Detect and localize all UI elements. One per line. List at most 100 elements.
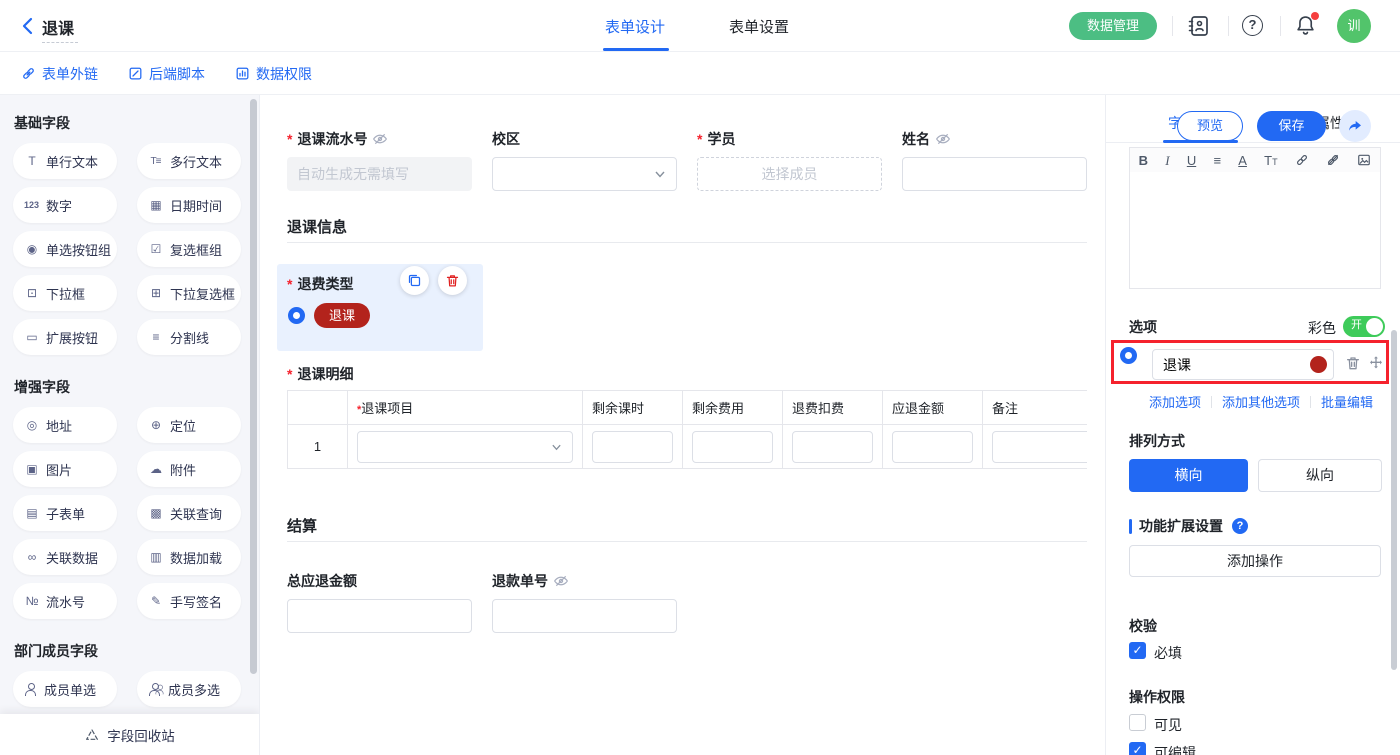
save-button[interactable]: 保存 <box>1257 111 1326 141</box>
refund-order-no-input[interactable] <box>492 599 677 633</box>
delete-option-icon[interactable] <box>1345 355 1361 371</box>
field-pill-multi-line-text[interactable]: T≡多行文本 <box>137 143 241 179</box>
share-button[interactable] <box>1339 110 1371 142</box>
field-pill-linked-query[interactable]: ▩关联查询 <box>137 495 241 531</box>
add-action-button[interactable]: 添加操作 <box>1129 545 1381 577</box>
field-pill-member-single[interactable]: 成员单选 <box>13 671 117 707</box>
font-size-icon[interactable]: TT <box>1264 154 1277 167</box>
tab-form-settings[interactable]: 表单设置 <box>729 16 789 37</box>
share-arrow-icon <box>1347 118 1363 134</box>
refund-item-select[interactable] <box>357 431 573 463</box>
italic-icon[interactable]: I <box>1165 154 1169 167</box>
insert-link-icon[interactable] <box>1295 153 1309 167</box>
sidebar-scrollbar[interactable] <box>250 99 257 674</box>
field-pill-serial-number[interactable]: №流水号 <box>13 583 117 619</box>
divider <box>1280 16 1281 36</box>
add-other-option-link[interactable]: 添加其他选项 <box>1222 392 1300 411</box>
option-value-input[interactable] <box>1152 349 1334 380</box>
field-pill-number[interactable]: 123数字 <box>13 187 117 223</box>
name-input[interactable] <box>902 157 1087 191</box>
field-recycle-bin[interactable]: 字段回收站 <box>0 714 259 755</box>
field-pill-geolocation[interactable]: ⊕定位 <box>137 407 241 443</box>
option-color-swatch[interactable] <box>1310 356 1327 373</box>
field-label: 退款单号 <box>492 571 548 591</box>
bold-icon[interactable]: B <box>1139 154 1148 167</box>
data-permission-link[interactable]: 数据权限 <box>235 64 312 84</box>
field-pill-subform[interactable]: ▤子表单 <box>13 495 117 531</box>
refund-type-option-badge[interactable]: 退课 <box>314 303 370 328</box>
field-pill-single-line-text[interactable]: T单行文本 <box>13 143 117 179</box>
arrange-vertical-button[interactable]: 纵向 <box>1258 459 1382 492</box>
field-pill-datetime[interactable]: ▦日期时间 <box>137 187 241 223</box>
field-pill-data-load[interactable]: ▥数据加载 <box>137 539 241 575</box>
remark-input[interactable] <box>992 431 1087 463</box>
copy-icon <box>407 273 422 288</box>
preview-button[interactable]: 预览 <box>1177 111 1243 141</box>
field-refund-serial[interactable]: *退课流水号 <box>287 130 472 191</box>
refund-serial-input[interactable] <box>287 157 472 191</box>
option-radio[interactable] <box>1120 347 1137 364</box>
refund-type-radio[interactable] <box>288 307 305 324</box>
avatar[interactable]: 训 <box>1337 9 1371 43</box>
field-pill-dropdown[interactable]: ⊡下拉框 <box>13 275 117 311</box>
field-description-editor[interactable] <box>1129 172 1381 289</box>
back-icon[interactable] <box>18 16 38 36</box>
underline-icon[interactable]: U <box>1187 154 1196 167</box>
field-pill-linked-data[interactable]: ∞关联数据 <box>13 539 117 575</box>
field-refund-order-no[interactable]: 退款单号 <box>492 572 677 633</box>
form-external-link[interactable]: 表单外链 <box>21 64 98 84</box>
campus-select[interactable] <box>492 157 677 191</box>
visible-checkbox[interactable] <box>1129 714 1146 731</box>
field-campus[interactable]: 校区 <box>492 130 677 191</box>
required-checkbox[interactable] <box>1129 642 1146 659</box>
editable-checkbox[interactable] <box>1129 742 1146 755</box>
help-icon[interactable]: ? <box>1242 15 1263 36</box>
field-pill-image[interactable]: ▣图片 <box>13 451 117 487</box>
student-member-picker[interactable] <box>697 157 882 191</box>
field-label: 退费类型 <box>297 274 353 294</box>
field-pill-member-multi[interactable]: 成员多选 <box>137 671 241 707</box>
color-toggle[interactable]: 开 <box>1343 316 1385 337</box>
field-pill-checkbox-group[interactable]: ☑复选框组 <box>137 231 241 267</box>
contacts-book-icon[interactable] <box>1186 14 1210 38</box>
field-pill-multi-dropdown[interactable]: ⊞下拉复选框 <box>137 275 241 311</box>
field-total-refund[interactable]: 总应退金额 <box>287 572 472 633</box>
selected-field-refund-type[interactable]: *退费类型 退课 <box>277 264 483 351</box>
align-icon[interactable]: ≡ <box>1213 154 1221 167</box>
batch-edit-link[interactable]: 批量编辑 <box>1321 392 1373 411</box>
refund-amount-input[interactable] <box>892 431 973 463</box>
field-pill-signature[interactable]: ✎手写签名 <box>137 583 241 619</box>
insert-image-icon[interactable] <box>1357 153 1371 167</box>
arrange-horizontal-button[interactable]: 横向 <box>1129 459 1248 492</box>
remaining-fee-input[interactable] <box>692 431 773 463</box>
linked-data-icon: ∞ <box>24 550 39 564</box>
subform-data-row: 1 <box>288 425 1088 469</box>
data-manage-button[interactable]: 数据管理 <box>1069 12 1157 40</box>
section-divider <box>287 242 1087 243</box>
field-pill-extend-button[interactable]: ▭扩展按钮 <box>13 319 117 355</box>
font-color-icon[interactable]: A <box>1238 154 1247 167</box>
radio-icon: ◉ <box>24 242 39 256</box>
field-label: 校区 <box>492 129 520 149</box>
add-option-link[interactable]: 添加选项 <box>1149 392 1201 411</box>
field-student[interactable]: *学员 <box>697 130 882 191</box>
drag-move-icon[interactable] <box>1368 355 1384 371</box>
location-pin-icon: ◎ <box>24 418 39 432</box>
extension-help-icon[interactable]: ? <box>1232 518 1248 534</box>
field-pill-attachment[interactable]: ☁附件 <box>137 451 241 487</box>
tab-form-design[interactable]: 表单设计 <box>605 16 665 37</box>
field-pill-radio-group[interactable]: ◉单选按钮组 <box>13 231 117 267</box>
delete-field-button[interactable] <box>438 266 467 295</box>
calendar-icon: ▦ <box>148 198 163 212</box>
backend-script-link[interactable]: 后端脚本 <box>128 64 205 84</box>
remaining-hours-input[interactable] <box>592 431 673 463</box>
panel-scrollbar[interactable] <box>1391 330 1397 670</box>
remove-link-icon[interactable] <box>1326 153 1340 167</box>
deduction-fee-input[interactable] <box>792 431 873 463</box>
field-name[interactable]: 姓名 <box>902 130 1087 191</box>
copy-field-button[interactable] <box>400 266 429 295</box>
checkbox-icon: ☑ <box>148 242 163 256</box>
field-pill-divider[interactable]: ≡分割线 <box>137 319 241 355</box>
total-refund-input[interactable] <box>287 599 472 633</box>
field-pill-address[interactable]: ◎地址 <box>13 407 117 443</box>
